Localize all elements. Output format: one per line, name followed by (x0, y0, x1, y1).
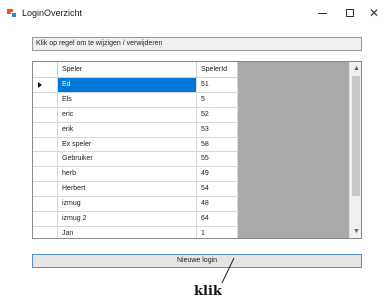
cell-speler[interactable]: izmug 2 (58, 212, 197, 227)
table-row[interactable]: Ed 51 (33, 78, 238, 93)
cell-speler[interactable]: Ex speler (58, 137, 197, 152)
cell-spelerid[interactable]: 51 (197, 78, 238, 92)
grid-rows: Ed 51 Els 5 eric 52 erik 53 Ex speler 58 Gebruiker… (33, 78, 238, 238)
table-row[interactable]: eric 52 (33, 107, 238, 123)
maximize-button[interactable] (338, 4, 362, 22)
cell-spelerid[interactable]: 52 (197, 107, 238, 122)
app-icon (7, 9, 17, 19)
vertical-scrollbar[interactable]: ▲ ▼ (349, 62, 361, 238)
cell-speler[interactable]: Herbert (58, 182, 197, 197)
window-title: LoginOverzicht (22, 8, 83, 18)
cell-speler[interactable]: erik (58, 122, 197, 137)
scroll-up-icon[interactable]: ▲ (350, 62, 361, 75)
cell-spelerid[interactable]: 55 (197, 152, 238, 167)
table-row[interactable]: Herbert 54 (33, 182, 238, 198)
table-row[interactable]: Jan 1 (33, 226, 238, 238)
row-header[interactable] (33, 152, 58, 167)
cell-speler[interactable]: Jan (58, 226, 197, 238)
row-header[interactable] (33, 92, 58, 107)
scroll-thumb[interactable] (352, 76, 360, 196)
column-header-speler[interactable]: Speler (58, 62, 197, 78)
click-annotation: klik (194, 284, 222, 299)
cell-spelerid[interactable]: 49 (197, 167, 238, 182)
row-header[interactable] (33, 182, 58, 197)
cell-speler[interactable]: Gebruiker (58, 152, 197, 167)
row-header[interactable] (33, 122, 58, 137)
table-row[interactable]: Els 5 (33, 92, 238, 108)
current-row-arrow-icon (38, 82, 42, 88)
row-header[interactable] (33, 107, 58, 122)
table-row[interactable]: izmug 2 64 (33, 212, 238, 227)
cell-spelerid[interactable]: 58 (197, 137, 238, 152)
cell-speler[interactable]: Ed (58, 78, 197, 92)
scroll-down-icon[interactable]: ▼ (350, 225, 361, 238)
cell-spelerid[interactable]: 64 (197, 212, 238, 227)
row-header[interactable] (33, 167, 58, 182)
table-row[interactable]: herb 49 (33, 167, 238, 183)
row-header-corner[interactable] (33, 62, 58, 78)
grid-header: Speler SpelerId (33, 62, 238, 78)
instruction-label: Klik op regel om te wijzigen / verwijder… (32, 37, 362, 51)
table-row[interactable]: erik 53 (33, 122, 238, 138)
minimize-icon (317, 12, 327, 14)
cell-spelerid[interactable]: 5 (197, 92, 238, 107)
cell-spelerid[interactable]: 1 (197, 226, 238, 238)
row-header[interactable] (33, 137, 58, 152)
cell-spelerid[interactable]: 53 (197, 122, 238, 137)
row-header[interactable] (33, 226, 58, 238)
cell-speler[interactable]: izmug (58, 197, 197, 212)
table-row[interactable]: izmug 48 (33, 197, 238, 213)
cell-spelerid[interactable]: 48 (197, 197, 238, 212)
maximize-icon (346, 9, 354, 17)
close-icon: ✕ (368, 6, 380, 20)
row-header[interactable] (33, 78, 58, 92)
cell-speler[interactable]: eric (58, 107, 197, 122)
close-button[interactable]: ✕ (362, 4, 386, 22)
minimize-button[interactable] (310, 4, 334, 22)
table-row[interactable]: Ex speler 58 (33, 137, 238, 153)
cell-spelerid[interactable]: 54 (197, 182, 238, 197)
cell-speler[interactable]: Els (58, 92, 197, 107)
login-grid[interactable]: Speler SpelerId Ed 51 Els 5 eric 52 erik 53 Ex s… (32, 61, 362, 239)
table-row[interactable]: Gebruiker 55 (33, 152, 238, 168)
title-bar: LoginOverzicht ✕ (0, 0, 390, 28)
new-login-button[interactable]: Nieuwe login (32, 254, 362, 268)
cell-speler[interactable]: herb (58, 167, 197, 182)
row-header[interactable] (33, 212, 58, 227)
row-header[interactable] (33, 197, 58, 212)
column-header-spelerid[interactable]: SpelerId (197, 62, 238, 78)
